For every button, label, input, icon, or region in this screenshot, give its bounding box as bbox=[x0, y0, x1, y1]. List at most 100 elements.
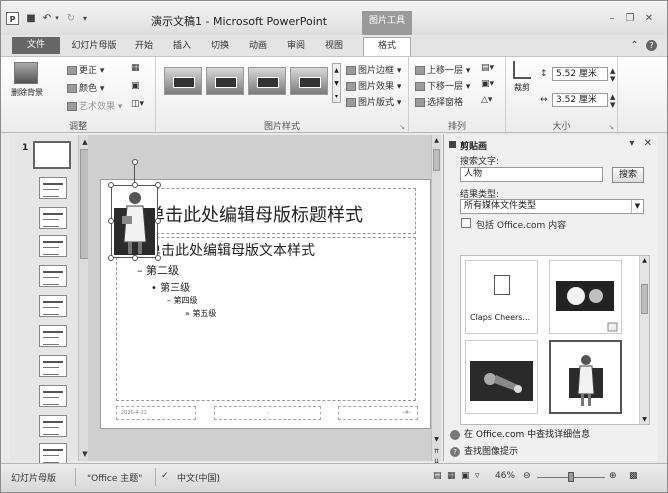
previous-slide-icon[interactable]: ⇈ bbox=[432, 448, 441, 455]
layout-thumbnail[interactable] bbox=[39, 295, 67, 317]
zoom-slider-knob[interactable] bbox=[568, 472, 574, 482]
dialog-launcher-icon[interactable]: ↘ bbox=[399, 123, 405, 131]
group-icon[interactable]: ▣▾ bbox=[481, 79, 494, 89]
resize-handle[interactable] bbox=[108, 255, 114, 261]
slide-number-placeholder[interactable]: ‹#› bbox=[338, 406, 418, 420]
scroll-down-icon[interactable]: ▼ bbox=[432, 436, 441, 443]
undo-dropdown-icon[interactable]: ▾ bbox=[53, 12, 61, 25]
title-placeholder[interactable]: 单击此处编辑母版标题样式 bbox=[116, 188, 416, 234]
normal-view-icon[interactable]: ▤ bbox=[433, 471, 442, 481]
height-spinner[interactable]: ▲ ▼ bbox=[610, 67, 615, 83]
compress-pictures-icon[interactable]: ▦ bbox=[131, 63, 140, 73]
body-placeholder[interactable]: 单击此处编辑母版文本样式 – 第二级 • 第三级 – 第四级 » 第五级 bbox=[116, 237, 416, 401]
align-icon[interactable]: ▤▾ bbox=[481, 63, 494, 73]
color-button[interactable]: 颜色 ▾ bbox=[67, 81, 104, 94]
picture-layout-button[interactable]: 图片版式 ▾ bbox=[346, 95, 401, 108]
scroll-thumb[interactable] bbox=[641, 284, 648, 314]
width-spinner[interactable]: ▲ ▼ bbox=[610, 93, 615, 109]
date-placeholder[interactable]: 2020-4-22 bbox=[116, 406, 196, 420]
change-picture-icon[interactable]: ▣ bbox=[131, 81, 140, 91]
layout-thumbnail[interactable] bbox=[39, 325, 67, 347]
editor-scrollbar[interactable]: ▲ ▼ ⇈ ⇊ bbox=[431, 135, 441, 465]
zoom-in-icon[interactable]: ⊕ bbox=[609, 471, 617, 481]
resize-handle[interactable] bbox=[132, 255, 138, 261]
results-scrollbar[interactable]: ▲ ▼ bbox=[639, 256, 649, 424]
results-type-select[interactable]: 所有媒体文件类型 ▼ bbox=[460, 199, 644, 214]
resize-handle[interactable] bbox=[108, 182, 114, 188]
layout-thumbnail[interactable] bbox=[39, 207, 67, 229]
clipart-item[interactable] bbox=[465, 340, 538, 414]
width-input[interactable]: 3.52 厘米 bbox=[552, 93, 608, 107]
picture-style-2[interactable] bbox=[206, 67, 244, 95]
layout-thumbnail[interactable] bbox=[39, 385, 67, 407]
resize-handle[interactable] bbox=[108, 218, 114, 224]
slide-sorter-icon[interactable]: ▦ bbox=[447, 471, 456, 481]
tab-insert[interactable]: 插入 bbox=[167, 38, 197, 55]
theme-status[interactable]: "Office 主题" bbox=[87, 471, 142, 484]
picture-border-button[interactable]: 图片边框 ▾ bbox=[346, 63, 401, 76]
tab-view[interactable]: 视图 bbox=[319, 38, 349, 55]
save-icon[interactable]: ■ bbox=[25, 12, 37, 25]
layout-thumbnail[interactable] bbox=[39, 415, 67, 437]
resize-handle[interactable] bbox=[132, 182, 138, 188]
picture-style-1[interactable] bbox=[164, 67, 202, 95]
spell-check-icon[interactable]: ✓ bbox=[161, 471, 169, 481]
picture-style-4[interactable] bbox=[290, 67, 328, 95]
redo-icon[interactable]: ↻ bbox=[65, 12, 77, 25]
chevron-down-icon[interactable]: ▼ bbox=[631, 200, 643, 213]
styles-gallery-scroll[interactable]: ▲ ▼ ▾ bbox=[332, 63, 341, 103]
scroll-up-icon[interactable]: ▲ bbox=[432, 137, 441, 144]
office-more-info-link[interactable]: 在 Office.com 中查找详细信息 bbox=[450, 427, 590, 440]
tab-file[interactable]: 文件 bbox=[12, 37, 60, 54]
tab-review[interactable]: 审阅 bbox=[281, 38, 311, 55]
app-icon[interactable]: P bbox=[6, 12, 19, 25]
rotate-handle[interactable] bbox=[132, 159, 138, 165]
pane-close-icon[interactable]: ✕ bbox=[644, 138, 652, 149]
resize-handle[interactable] bbox=[155, 255, 161, 261]
slideshow-icon[interactable]: ▿ bbox=[475, 471, 480, 481]
selection-pane-button[interactable]: 选择窗格 bbox=[415, 95, 463, 108]
search-input[interactable]: 人物 bbox=[460, 167, 603, 182]
include-office-checkbox[interactable] bbox=[461, 218, 471, 228]
size-dialog-launcher-icon[interactable]: ↘ bbox=[608, 123, 614, 131]
image-tips-link[interactable]: ? 查找图像提示 bbox=[450, 444, 518, 457]
artistic-effects-button[interactable]: 艺术效果 ▾ bbox=[67, 99, 122, 112]
zoom-out-icon[interactable]: ⊖ bbox=[523, 471, 531, 481]
footer-placeholder[interactable]: – bbox=[214, 406, 321, 420]
crop-button[interactable]: 裁剪 bbox=[510, 61, 534, 101]
tab-slide-master[interactable]: 幻灯片母版 bbox=[67, 38, 121, 55]
tab-format[interactable]: 格式 bbox=[363, 37, 411, 56]
clipart-item-selected[interactable] bbox=[549, 340, 622, 414]
undo-icon[interactable]: ↶ bbox=[41, 12, 53, 25]
layout-thumbnail[interactable] bbox=[39, 177, 67, 199]
resize-handle[interactable] bbox=[155, 182, 161, 188]
tab-animations[interactable]: 动画 bbox=[243, 38, 273, 55]
height-input[interactable]: 5.52 厘米 bbox=[552, 67, 608, 81]
corrections-button[interactable]: 更正 ▾ bbox=[67, 63, 104, 76]
scroll-thumb[interactable] bbox=[433, 149, 440, 171]
customize-qat-icon[interactable]: ▾ bbox=[81, 12, 89, 25]
minimize-icon[interactable]: – bbox=[605, 13, 619, 24]
layout-thumbnail[interactable] bbox=[39, 355, 67, 377]
fit-to-window-icon[interactable]: ▩ bbox=[629, 471, 638, 481]
minimize-ribbon-icon[interactable]: ⌃ bbox=[630, 40, 638, 51]
clipart-item[interactable]: Claps Cheers... bbox=[465, 260, 538, 334]
zoom-level[interactable]: 46% bbox=[495, 471, 515, 481]
scroll-up-icon[interactable]: ▲ bbox=[640, 257, 649, 264]
scroll-down-icon[interactable]: ▼ bbox=[640, 416, 649, 423]
send-backward-button[interactable]: 下移一层 ▾ bbox=[415, 79, 470, 92]
remove-background-button[interactable]: 删除背景 bbox=[11, 62, 43, 102]
pane-options-icon[interactable]: ▾ bbox=[629, 138, 634, 149]
search-button[interactable]: 搜索 bbox=[612, 167, 644, 183]
picture-effects-button[interactable]: 图片效果 ▾ bbox=[346, 79, 401, 92]
master-slide-thumbnail[interactable] bbox=[33, 141, 71, 169]
restore-icon[interactable]: ❐ bbox=[623, 13, 637, 24]
resize-handle[interactable] bbox=[155, 218, 161, 224]
help-icon[interactable]: ? bbox=[646, 40, 657, 51]
reading-view-icon[interactable]: ▣ bbox=[461, 471, 470, 481]
selected-clipart-image[interactable] bbox=[111, 185, 158, 258]
layout-thumbnail[interactable] bbox=[39, 443, 67, 465]
picture-style-3[interactable] bbox=[248, 67, 286, 95]
close-icon[interactable]: ✕ bbox=[642, 13, 656, 24]
tab-transitions[interactable]: 切换 bbox=[205, 38, 235, 55]
